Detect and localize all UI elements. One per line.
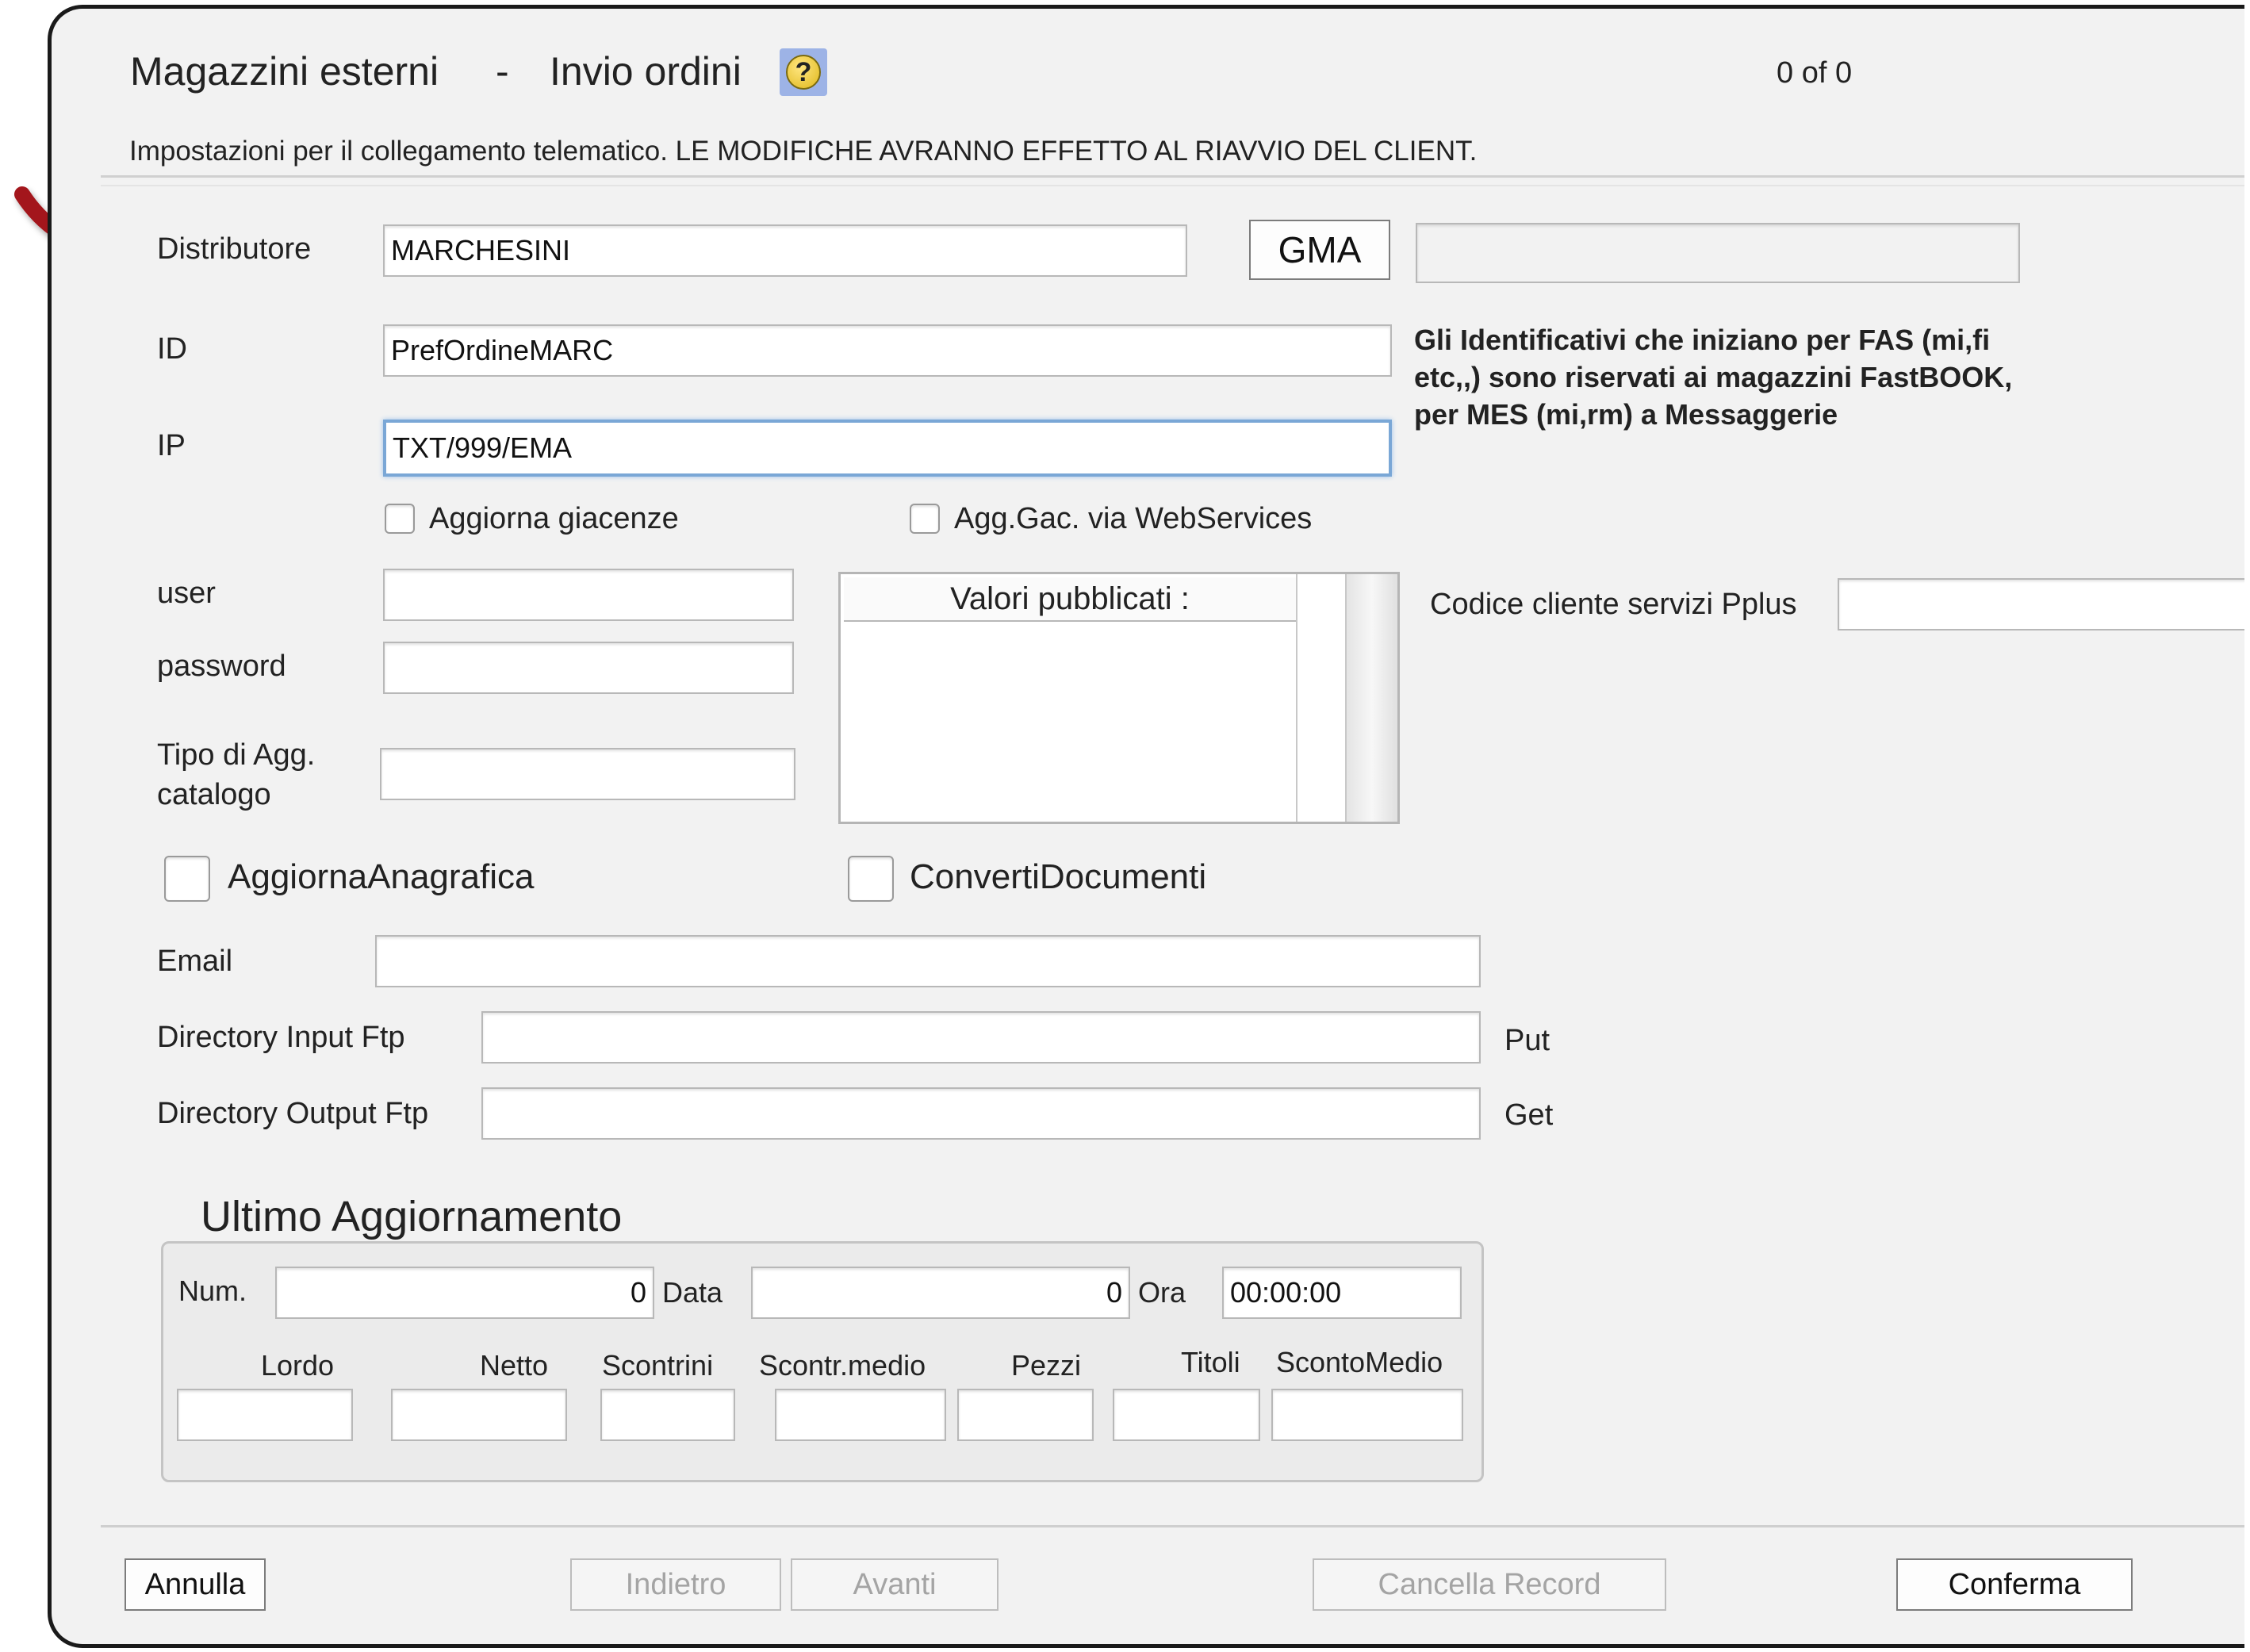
scontrini-field[interactable] — [600, 1389, 735, 1441]
page-subtitle: Invio ordini — [550, 49, 742, 94]
help-icon: ? — [786, 55, 821, 90]
ip-field[interactable]: TXT/999/EMA — [383, 420, 1392, 477]
password-field[interactable] — [383, 642, 794, 694]
put-label: Put — [1504, 1024, 1550, 1057]
agg-gac-webservices-label: Agg.Gac. via WebServices — [954, 502, 1313, 535]
titoli-label: Titoli — [1181, 1346, 1240, 1378]
tipo-agg-label-line2: catalogo — [157, 778, 271, 811]
codice-cliente-label: Codice cliente servizi Pplus — [1430, 588, 1797, 621]
page-title: Magazzini esterni — [130, 49, 439, 94]
cancella-record-button[interactable]: Cancella Record — [1313, 1558, 1666, 1611]
gma-field[interactable] — [1416, 223, 2020, 283]
data-label: Data — [662, 1276, 723, 1309]
ip-label: IP — [157, 429, 186, 462]
ora-label: Ora — [1138, 1276, 1186, 1309]
scontr-medio-field[interactable] — [775, 1389, 946, 1441]
directory-output-field[interactable] — [481, 1087, 1481, 1140]
num-field[interactable]: 0 — [275, 1267, 654, 1319]
get-label: Get — [1504, 1098, 1554, 1132]
conferma-button[interactable]: Conferma — [1896, 1558, 2133, 1611]
indietro-button[interactable]: Indietro — [570, 1558, 781, 1611]
lordo-field[interactable] — [177, 1389, 353, 1441]
id-label: ID — [157, 332, 187, 366]
directory-input-label: Directory Input Ftp — [157, 1021, 405, 1054]
gma-button[interactable]: GMA — [1249, 220, 1390, 280]
ora-field[interactable]: 00:00:00 — [1222, 1267, 1462, 1319]
distributore-field[interactable]: MARCHESINI — [383, 224, 1187, 277]
id-reserved-note: Gli Identificativi che iniziano per FAS … — [1414, 324, 2013, 431]
header-description: Impostazioni per il collegamento telemat… — [129, 136, 1478, 167]
valori-pubblicati-list[interactable]: Valori pubblicati : — [838, 572, 1400, 824]
tipo-agg-label-line1: Tipo di Agg. — [157, 738, 316, 772]
user-field[interactable] — [383, 569, 794, 621]
title-separator: - — [496, 49, 509, 94]
password-label: password — [157, 650, 286, 683]
avanti-button[interactable]: Avanti — [791, 1558, 999, 1611]
list-column-divider — [1296, 574, 1297, 822]
aggiorna-giacenze-label: Aggiorna giacenze — [429, 502, 679, 535]
data-field[interactable]: 0 — [751, 1267, 1130, 1319]
lordo-label: Lordo — [261, 1349, 335, 1382]
aggiorna-anagrafica-label: AggiornaAnagrafica — [228, 857, 535, 896]
scontr-medio-label: Scontr.medio — [759, 1349, 926, 1382]
directory-input-field[interactable] — [481, 1011, 1481, 1064]
agg-gac-webservices-checkbox[interactable] — [910, 504, 940, 534]
converti-documenti-label: ConvertiDocumenti — [910, 857, 1207, 896]
list-scrollbar[interactable] — [1345, 574, 1397, 822]
sconto-medio-field[interactable] — [1271, 1389, 1463, 1441]
codice-cliente-field[interactable] — [1838, 578, 2244, 631]
ultimo-aggiornamento-title: Ultimo Aggiornamento — [201, 1193, 623, 1240]
tipo-agg-catalogo-field[interactable] — [380, 748, 795, 800]
record-counter: 0 of 0 — [1777, 56, 1853, 90]
directory-output-label: Directory Output Ftp — [157, 1097, 429, 1130]
email-label: Email — [157, 945, 233, 978]
aggiorna-giacenze-checkbox[interactable] — [385, 504, 415, 534]
id-field[interactable]: PrefOrdineMARC — [383, 324, 1392, 377]
netto-field[interactable] — [391, 1389, 567, 1441]
pezzi-label: Pezzi — [1011, 1349, 1082, 1382]
scontrini-label: Scontrini — [602, 1349, 714, 1382]
header-divider-2 — [101, 185, 2244, 186]
annulla-button[interactable]: Annulla — [125, 1558, 266, 1611]
valori-pubblicati-header: Valori pubblicati : — [844, 577, 1296, 622]
num-label: Num. — [178, 1274, 247, 1307]
titoli-field[interactable] — [1113, 1389, 1260, 1441]
header-divider — [101, 175, 2244, 178]
footer-divider — [101, 1525, 2244, 1527]
app-window: Magazzini esterni - Invio ordini ? 0 of … — [48, 5, 2244, 1648]
aggiorna-anagrafica-checkbox[interactable] — [164, 856, 210, 902]
user-label: user — [157, 577, 216, 610]
help-button[interactable]: ? — [780, 48, 827, 96]
distributore-label: Distributore — [157, 232, 312, 266]
email-field[interactable] — [375, 935, 1481, 987]
converti-documenti-checkbox[interactable] — [848, 856, 894, 902]
netto-label: Netto — [480, 1349, 549, 1382]
sconto-medio-label: ScontoMedio — [1276, 1346, 1443, 1378]
pezzi-field[interactable] — [957, 1389, 1094, 1441]
